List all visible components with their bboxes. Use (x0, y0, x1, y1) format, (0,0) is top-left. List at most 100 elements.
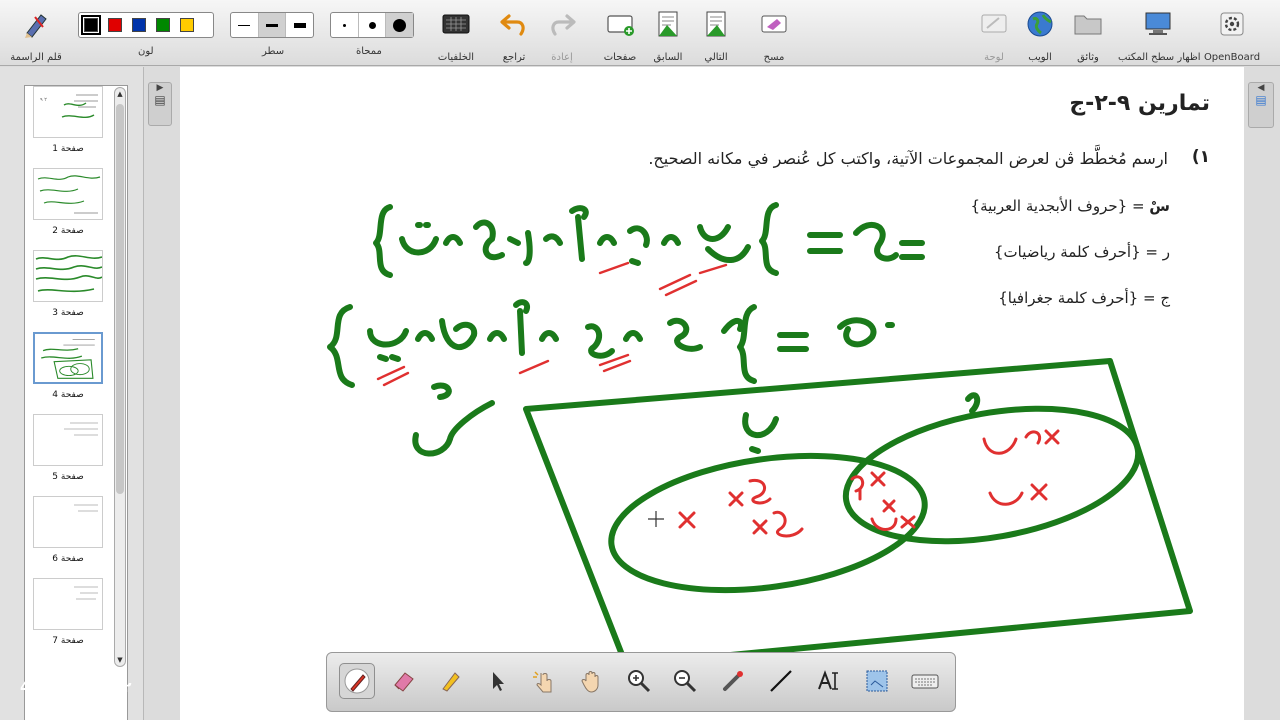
scroll-down-arrow-icon[interactable]: ▼ (115, 654, 125, 666)
thumbnail-preview (33, 168, 103, 220)
thumbnail-scrollbar[interactable]: ▲ ▼ (114, 87, 126, 667)
page-thumbnail-4[interactable]: صفحة 4 (33, 332, 103, 400)
virtual-keyboard-button[interactable] (907, 663, 943, 699)
eraser-size-medium[interactable] (357, 13, 386, 37)
globe-icon (1027, 11, 1053, 37)
svg-text:٢ ٩: ٢ ٩ (40, 97, 47, 103)
line-width-medium[interactable] (257, 13, 286, 37)
previous-page-button[interactable]: السابق (650, 6, 686, 63)
eraser-size-small[interactable] (331, 13, 358, 37)
pages-button[interactable]: صفحات (602, 6, 638, 63)
previous-page-icon (658, 11, 678, 37)
scroll-up-arrow-icon[interactable]: ▲ (115, 88, 125, 100)
chevron-right-icon: ▶ (156, 83, 164, 93)
eraser-icon (394, 672, 414, 692)
laser-icon (723, 671, 743, 691)
zoom-in-button[interactable] (621, 663, 657, 699)
web-mode-button[interactable]: الويب (1022, 6, 1058, 63)
interact-icon (533, 671, 552, 693)
clear-page-icon (761, 15, 787, 33)
ink-layer (327, 202, 1193, 668)
zoom-out-button[interactable] (667, 663, 703, 699)
next-page-icon (706, 11, 726, 37)
show-desktop-button[interactable]: اظهار سطح المكتب (1118, 6, 1201, 63)
keyboard-icon (911, 674, 939, 689)
chevron-left-icon: ◀ (1257, 83, 1265, 93)
thumbnail-caption: صفحة 1 (52, 144, 84, 154)
pen-tool-button[interactable] (339, 663, 375, 699)
thumbnail-caption: صفحة 5 (52, 472, 84, 482)
line-width-thin[interactable] (231, 13, 258, 37)
page-thumbnail-6[interactable]: صفحة 6 (33, 496, 103, 564)
page-counter: 4 / 10 ٠٠:٠٩:٣٢ (20, 680, 132, 696)
text-icon (818, 670, 838, 690)
thumbnail-caption: صفحة 3 (52, 308, 84, 318)
thumbnail-preview (33, 414, 103, 466)
laser-pointer-button[interactable] (715, 663, 751, 699)
stylus-pen-label: قلم الراسمة (10, 52, 62, 63)
backgrounds-label: الخلفيات (437, 52, 475, 63)
board-mode-button[interactable]: لوحة (976, 6, 1012, 63)
color-swatch-red[interactable] (108, 18, 122, 32)
backgrounds-button[interactable]: الخلفيات (438, 6, 474, 63)
ink-set-j (327, 299, 895, 388)
color-swatch-black[interactable] (81, 15, 101, 35)
thumbnail-preview (33, 578, 103, 630)
selector-tool-button[interactable] (479, 663, 515, 699)
venn-ellipse-j (608, 452, 928, 594)
select-icon (493, 672, 504, 691)
thumbnail-preview: ٢ ٩ (33, 86, 103, 138)
page-thumbnail-1[interactable]: ٢ ٩ صفحة 1 (33, 86, 103, 154)
library-icon: ▤ (1255, 93, 1267, 107)
thumbnail-list: ٢ ٩ صفحة 1 صفحة 2 صفحة 3 صفحة 4 صفحة 5 ص… (24, 85, 128, 720)
next-page-button[interactable]: التالي (698, 6, 734, 63)
hand-tool-button[interactable] (573, 663, 609, 699)
page-thumbnail-5[interactable]: صفحة 5 (33, 414, 103, 482)
stylus-pen-button[interactable]: قلم الراسمة (10, 6, 62, 63)
line-icon (770, 670, 792, 692)
color-swatch-blue[interactable] (132, 18, 146, 32)
page-list-icon: ▤ (154, 93, 166, 107)
color-label: لون (138, 46, 154, 57)
crosshair-cursor-icon (648, 511, 664, 527)
ink-stray-letter (412, 400, 495, 457)
color-palette (78, 12, 214, 38)
board-icon (981, 14, 1007, 33)
venn-label-j (742, 412, 779, 454)
line-width-thick[interactable] (285, 13, 313, 37)
documents-button[interactable]: وثائق (1070, 6, 1106, 63)
interact-tool-button[interactable] (525, 663, 561, 699)
eraser-size-large[interactable] (385, 13, 414, 37)
page-thumbnails-panel: ٢ ٩ صفحة 1 صفحة 2 صفحة 3 صفحة 4 صفحة 5 ص… (0, 67, 144, 720)
page-thumbnail-2[interactable]: صفحة 2 (33, 168, 103, 236)
documents-label: وثائق (1077, 52, 1099, 63)
gear-icon (1220, 12, 1244, 36)
line-tool-button[interactable] (763, 663, 799, 699)
eraser-tool-button[interactable] (385, 663, 421, 699)
right-panel-toggle[interactable]: ◀ ▤ (1248, 82, 1274, 128)
openboard-menu-button[interactable]: OpenBoard (1204, 6, 1260, 63)
color-swatch-green[interactable] (156, 18, 170, 32)
eraser-label: ممحاة (356, 46, 382, 57)
color-swatch-yellow[interactable] (180, 18, 194, 32)
highlighter-icon (442, 672, 460, 692)
page-thumbnail-3[interactable]: صفحة 3 (33, 250, 103, 318)
capture-icon (866, 670, 888, 692)
pen-icon (344, 668, 370, 694)
highlighter-tool-button[interactable] (433, 663, 469, 699)
line-width-selector (230, 12, 314, 38)
left-panel-toggle[interactable]: ▶ ▤ (148, 82, 172, 126)
undo-button[interactable]: تراجع (496, 6, 532, 63)
ink-set-r (373, 202, 925, 278)
thumbnail-preview (33, 250, 103, 302)
thumbnail-caption: صفحة 4 (52, 390, 84, 400)
redo-icon (551, 14, 576, 36)
clear-page-button[interactable]: مسح (756, 6, 792, 63)
whiteboard-canvas[interactable]: تمارين ٩-٢-ج ١) ارسم مُخطَّط ڤن لعرض الم… (180, 67, 1244, 720)
page-thumbnail-7[interactable]: صفحة 7 (33, 578, 103, 646)
scrollbar-handle[interactable] (116, 104, 124, 494)
capture-tool-button[interactable] (859, 663, 895, 699)
redo-button[interactable]: إعادة (544, 6, 580, 63)
text-tool-button[interactable] (811, 663, 847, 699)
clear-page-label: مسح (763, 52, 785, 63)
